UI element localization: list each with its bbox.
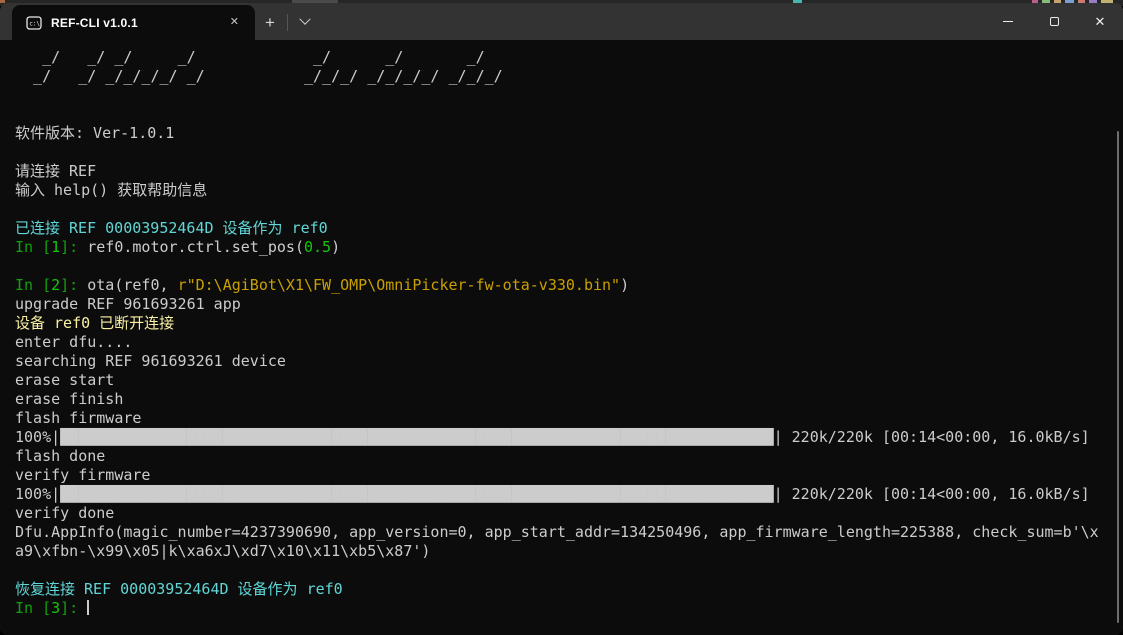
close-button[interactable]: ✕ [1077, 3, 1123, 39]
terminal-line: flash done [15, 447, 1123, 466]
terminal-line: searching REF 961693261 device [15, 352, 1123, 371]
tab-dropdown-button[interactable] [290, 8, 320, 36]
terminal-line: erase start [15, 371, 1123, 390]
minimize-button[interactable] [985, 3, 1031, 39]
terminal-line [15, 105, 1123, 124]
terminal-line: erase finish [15, 390, 1123, 409]
terminal-line: 100%|███████████████████████████████████… [15, 428, 1123, 447]
terminal-line: In [2]: ota(ref0, r"D:\AgiBot\X1\FW_OMP\… [15, 276, 1123, 295]
plus-icon: + [265, 14, 275, 31]
terminal-line [15, 257, 1123, 276]
terminal-line: 软件版本: Ver-1.0.1 [15, 124, 1123, 143]
terminal-line: verify done [15, 504, 1123, 523]
terminal-line: In [1]: ref0.motor.ctrl.set_pos(0.5) [15, 238, 1123, 257]
tab-title: REF-CLI v1.0.1 [51, 16, 224, 30]
svg-text:c:\: c:\ [29, 20, 40, 27]
terminal-line: 输入 help() 获取帮助信息 [15, 181, 1123, 200]
terminal-line: 恢复连接 REF 00003952464D 设备作为 ref0 [15, 580, 1123, 599]
terminal-line: _/ _/ _/ _/ _/ _/ _/ [15, 48, 1123, 67]
terminal-line: 100%|███████████████████████████████████… [15, 485, 1123, 504]
maximize-button[interactable] [1031, 3, 1077, 39]
terminal-line: In [3]: [15, 599, 1123, 618]
terminal-line: upgrade REF 961693261 app [15, 295, 1123, 314]
tab-ref-cli[interactable]: c:\ REF-CLI v1.0.1 ✕ [12, 5, 255, 40]
minimize-icon [1003, 21, 1013, 22]
scrollbar[interactable] [1117, 131, 1119, 623]
chevron-down-icon [299, 14, 310, 25]
terminal-line: Dfu.AppInfo(magic_number=4237390690, app… [15, 523, 1123, 542]
terminal-line: a9\xfbn-\x99\x05|k\xa6xJ\xd7\x10\x11\xb5… [15, 542, 1123, 561]
terminal-window: c:\ REF-CLI v1.0.1 ✕ + ✕ _/ _/ _/ [0, 3, 1123, 635]
terminal-line: verify firmware [15, 466, 1123, 485]
cmd-icon: c:\ [26, 16, 42, 30]
terminal-line: _/ _/ _/_/_/_/ _/ _/_/_/ _/_/_/_/ _/_/_/ [15, 67, 1123, 86]
terminal-line: 请连接 REF [15, 162, 1123, 181]
new-tab-button[interactable]: + [255, 8, 285, 36]
terminal-line: 设备 ref0 已断开连接 [15, 314, 1123, 333]
terminal-line: 已连接 REF 00003952464D 设备作为 ref0 [15, 219, 1123, 238]
titlebar: c:\ REF-CLI v1.0.1 ✕ + ✕ [0, 3, 1123, 40]
terminal-output[interactable]: _/ _/ _/ _/ _/ _/ _/ _/ _/ _/_/_/_/ _/ _… [0, 40, 1123, 635]
terminal-line [15, 200, 1123, 219]
terminal-line [15, 86, 1123, 105]
terminal-line [15, 561, 1123, 580]
window-caption-buttons: ✕ [985, 3, 1123, 39]
tab-bar-divider [287, 14, 288, 31]
maximize-icon [1050, 17, 1059, 26]
text-cursor [87, 600, 89, 615]
terminal-line: enter dfu.... [15, 333, 1123, 352]
close-icon: ✕ [1095, 15, 1106, 28]
terminal-line: flash firmware [15, 409, 1123, 428]
terminal-line [15, 143, 1123, 162]
tab-close-icon[interactable]: ✕ [224, 13, 245, 32]
